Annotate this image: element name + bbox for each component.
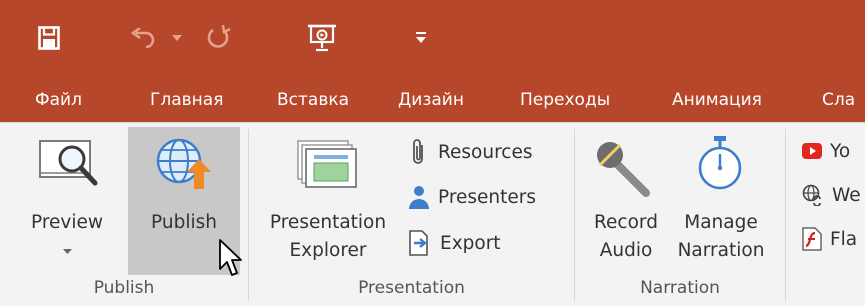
tab-file[interactable]: Файл — [35, 78, 82, 122]
microphone-icon — [597, 142, 650, 197]
publish-label: Publish — [151, 212, 217, 233]
resources-button[interactable]: Resources — [408, 132, 532, 172]
customize-qat-icon — [416, 32, 426, 43]
undo-icon — [130, 28, 155, 48]
redo-icon — [207, 25, 231, 48]
tab-animations[interactable]: Анимация — [672, 78, 762, 122]
presentation-explorer-button[interactable]: Presentation Explorer — [258, 127, 398, 275]
tab-transitions[interactable]: Переходы — [520, 78, 610, 122]
save-button[interactable] — [38, 14, 60, 62]
record-audio-button[interactable]: Record Audio — [584, 127, 668, 275]
present-icon — [308, 24, 336, 52]
export-icon — [409, 230, 428, 256]
youtube-icon — [802, 143, 822, 159]
tab-design[interactable]: Дизайн — [398, 78, 464, 122]
flash-button[interactable]: Fla — [802, 219, 857, 259]
manage-narration-button[interactable]: Manage Narration — [668, 127, 774, 275]
stopwatch-icon — [698, 136, 742, 190]
undo-dropdown-button[interactable] — [172, 14, 182, 62]
presentation-explorer-icon — [297, 140, 357, 188]
tab-insert[interactable]: Вставка — [277, 78, 349, 122]
group-label-presentation: Presentation — [358, 278, 465, 298]
preview-icon — [39, 140, 98, 186]
youtube-button[interactable]: Yo — [802, 131, 850, 171]
preview-label: Preview — [30, 212, 103, 233]
flash-icon — [802, 227, 822, 251]
tab-home[interactable]: Главная — [150, 78, 223, 122]
presentation-explorer-label-2: Explorer — [289, 240, 367, 261]
record-audio-label-2: Audio — [599, 240, 653, 261]
manage-narration-label-1: Manage — [684, 212, 758, 233]
chevron-down-icon — [63, 249, 72, 254]
web-object-button[interactable]: We — [802, 175, 861, 215]
undo-dropdown-icon — [172, 35, 182, 41]
ribbon-tab-bar: Файл Главная Вставка Дизайн Переходы Ани… — [0, 78, 865, 122]
redo-button[interactable] — [205, 14, 231, 62]
customize-qat-button[interactable] — [415, 14, 427, 62]
group-separator — [785, 129, 786, 301]
quick-access-toolbar — [0, 0, 865, 78]
group-label-narration: Narration — [640, 278, 720, 298]
save-icon — [38, 26, 60, 50]
record-audio-label-1: Record — [594, 212, 658, 233]
manage-narration-label-2: Narration — [677, 240, 765, 261]
web-object-icon — [802, 184, 821, 206]
resources-label: Resources — [438, 141, 533, 163]
group-label-publish: Publish — [93, 278, 155, 298]
ribbon: Preview Publish Publish Presentation Exp… — [0, 122, 865, 306]
export-label: Export — [440, 232, 501, 254]
undo-button[interactable] — [130, 14, 158, 62]
publish-icon — [156, 138, 211, 189]
web-object-label: We — [832, 184, 861, 206]
export-button[interactable]: Export — [408, 223, 501, 263]
mouse-cursor-icon — [219, 239, 242, 276]
preview-button[interactable]: Preview — [22, 127, 112, 275]
resources-icon — [413, 139, 423, 164]
present-button[interactable] — [305, 14, 339, 62]
presenters-button[interactable]: Presenters — [408, 177, 536, 217]
tab-slideshow[interactable]: Сла — [822, 78, 855, 122]
presenters-label: Presenters — [438, 186, 537, 208]
youtube-label: Yo — [830, 140, 851, 162]
presenters-icon — [409, 186, 429, 209]
presentation-explorer-label-1: Presentation — [269, 212, 387, 233]
flash-label: Fla — [830, 228, 858, 250]
